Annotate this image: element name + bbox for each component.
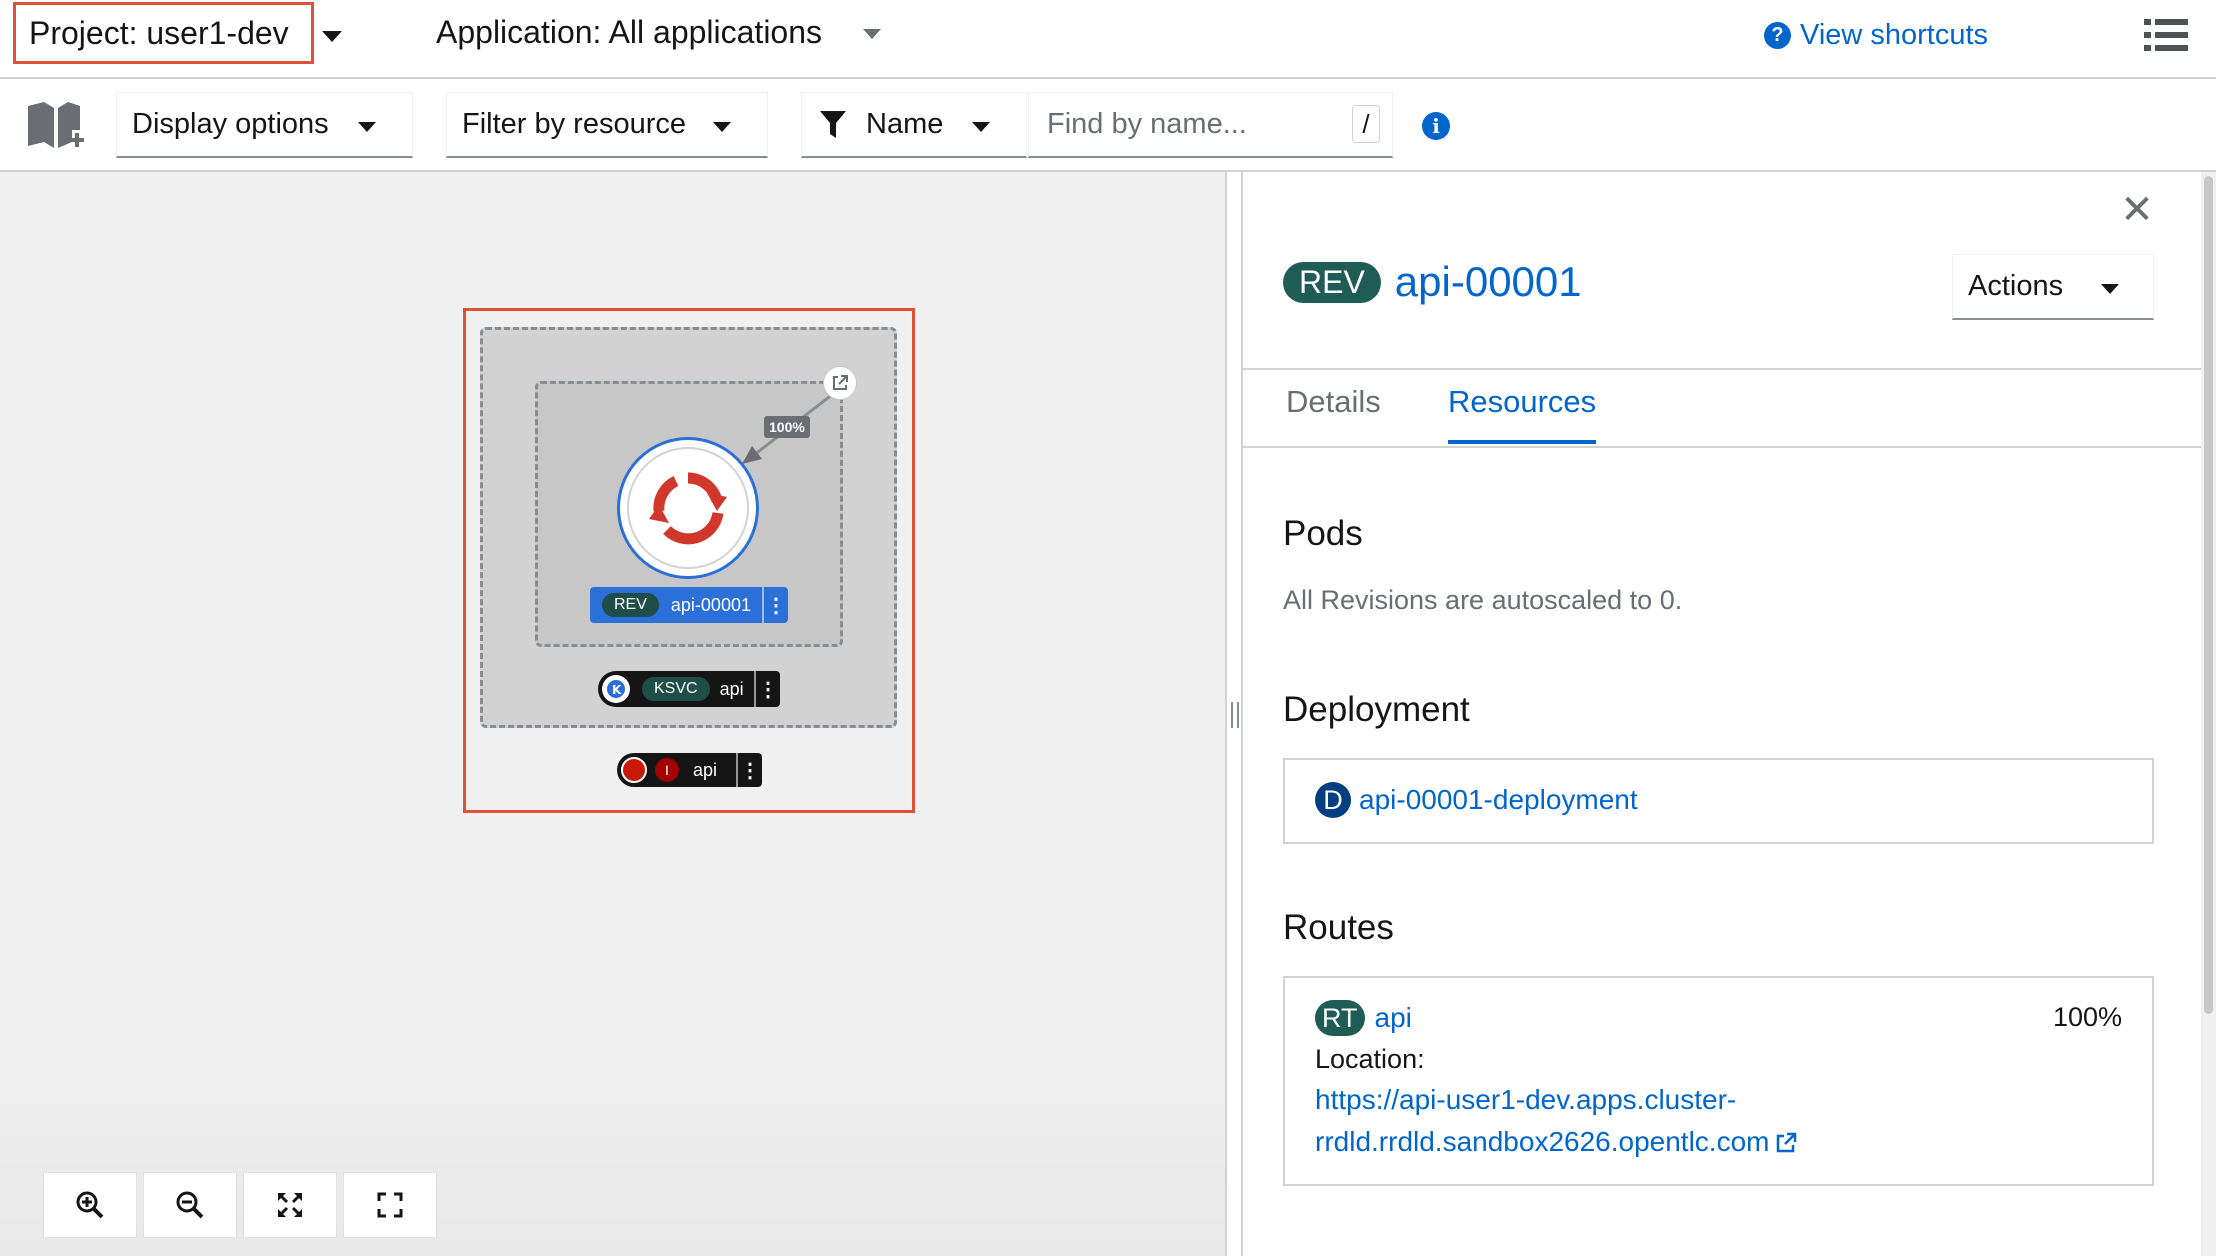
- revision-title-link[interactable]: api-00001: [1395, 258, 1582, 306]
- filter-by-resource-label: Filter by resource: [462, 108, 687, 140]
- find-by-name-placeholder: Find by name...: [1047, 108, 1247, 140]
- filter-by-resource-dropdown[interactable]: Filter by resource: [446, 92, 768, 158]
- application-selector[interactable]: Application: All applications: [436, 14, 822, 51]
- traffic-percent-label: 100%: [764, 416, 810, 438]
- actions-label: Actions: [1968, 270, 2064, 302]
- deployment-link[interactable]: api-00001-deployment: [1359, 784, 1638, 816]
- filter-type-label: Name: [866, 108, 944, 140]
- list-view-icon[interactable]: [2144, 18, 2188, 52]
- deployment-section-title: Deployment: [1283, 690, 1470, 729]
- view-shortcuts-label: View shortcuts: [1800, 19, 1989, 51]
- open-url-external-link-icon[interactable]: [823, 366, 857, 400]
- add-to-project-book-icon[interactable]: [26, 100, 86, 154]
- knative-service-label[interactable]: K KSVC api ⋮: [598, 671, 780, 707]
- route-node-name: api: [693, 759, 718, 780]
- view-shortcuts-link[interactable]: ? View shortcuts: [1764, 19, 1988, 52]
- panel-tabs: Details Resources: [1243, 368, 2201, 448]
- route-url-text: https://api-user1-dev.apps.cluster-rrdld…: [1315, 1084, 1770, 1157]
- find-by-name-input[interactable]: Find by name... /: [1028, 92, 1393, 158]
- revision-node-label[interactable]: REV api-00001 ⋮: [590, 587, 788, 623]
- route-kebab-menu-icon[interactable]: ⋮: [736, 753, 762, 787]
- ksvc-kebab-menu-icon[interactable]: ⋮: [754, 671, 780, 707]
- topology-canvas[interactable]: 100% REV api-00001 ⋮ K KSVC api ⋮ I api …: [0, 172, 1225, 1256]
- zoom-in-button[interactable]: [43, 1172, 137, 1238]
- route-card: RT api 100% Location: https://api-user1-…: [1283, 976, 2154, 1186]
- route-location-url[interactable]: https://api-user1-dev.apps.cluster-rrdld…: [1315, 1079, 1835, 1163]
- ksvc-tag-badge: KSVC: [642, 677, 710, 701]
- knative-icon: K: [602, 675, 630, 703]
- ksvc-name: api: [719, 678, 744, 699]
- external-link-icon: [1777, 1132, 1797, 1153]
- project-bar: Project: user1-dev Application: All appl…: [0, 0, 2216, 79]
- zoom-in-icon: [76, 1191, 104, 1219]
- tab-details[interactable]: Details: [1286, 384, 1381, 440]
- display-options-dropdown[interactable]: Display options: [116, 92, 413, 158]
- filter-funnel-icon: [820, 110, 846, 138]
- deployment-card: D api-00001-deployment: [1283, 758, 2154, 844]
- revision-kebab-menu-icon[interactable]: ⋮: [762, 587, 788, 623]
- display-options-label: Display options: [132, 108, 329, 140]
- revision-badge: REV: [1283, 261, 1381, 303]
- resize-grip-icon: [1231, 702, 1239, 728]
- slash-shortcut-hint: /: [1352, 105, 1380, 143]
- route-location-label: Location:: [1315, 1044, 1425, 1074]
- zoom-controls: [43, 1172, 443, 1238]
- application-label: Application: All applications: [436, 14, 823, 50]
- project-selector[interactable]: Project: user1-dev: [13, 2, 314, 64]
- pods-autoscaled-message: All Revisions are autoscaled to 0.: [1283, 585, 1683, 615]
- caret-down-icon: [358, 122, 376, 132]
- scrollbar-thumb[interactable]: [2204, 176, 2213, 1014]
- route-badge: RT: [1315, 1000, 1365, 1036]
- route-node-label[interactable]: I api ⋮: [617, 753, 762, 787]
- close-panel-button[interactable]: ✕: [2119, 188, 2155, 232]
- actions-dropdown[interactable]: Actions: [1952, 254, 2154, 320]
- routes-section-title: Routes: [1283, 908, 1394, 947]
- route-tag-badge: I: [655, 758, 679, 782]
- panel-resize-handle[interactable]: [1225, 172, 1243, 1256]
- resource-side-panel: ✕ REV api-00001 Actions Details Resource…: [1243, 172, 2201, 1256]
- question-circle-icon: ?: [1764, 22, 1791, 49]
- caret-down-icon: [972, 122, 990, 132]
- project-label: Project: user1-dev: [29, 14, 289, 51]
- fit-to-screen-button[interactable]: [243, 1172, 337, 1238]
- route-traffic-percent: 100%: [2052, 1002, 2122, 1032]
- route-icon: [621, 757, 647, 783]
- openshift-logo-icon: [649, 472, 727, 545]
- filter-type-dropdown[interactable]: Name: [801, 92, 1027, 158]
- revision-tag-badge: REV: [602, 593, 659, 617]
- panel-scrollbar[interactable]: [2201, 172, 2216, 1256]
- caret-down-icon: [2101, 284, 2119, 294]
- application-caret-down-icon[interactable]: [863, 29, 881, 39]
- route-link[interactable]: api: [1375, 1002, 1412, 1034]
- caret-down-icon: [713, 122, 731, 132]
- fullscreen-icon: [377, 1192, 403, 1218]
- tab-resources[interactable]: Resources: [1448, 384, 1597, 444]
- revision-node-name: api-00001: [670, 594, 751, 615]
- revision-node[interactable]: [617, 437, 759, 579]
- reset-view-button[interactable]: [343, 1172, 437, 1238]
- zoom-out-icon: [176, 1191, 204, 1219]
- info-circle-icon[interactable]: i: [1422, 112, 1450, 140]
- expand-arrows-icon: [277, 1192, 303, 1218]
- topology-toolbar: Display options Filter by resource Name …: [0, 80, 2216, 172]
- svg-text:K: K: [612, 683, 622, 697]
- pods-section-title: Pods: [1283, 514, 1363, 553]
- deployment-badge: D: [1315, 782, 1351, 818]
- project-caret-down-icon[interactable]: [322, 31, 342, 42]
- panel-title: REV api-00001: [1283, 258, 1582, 306]
- zoom-out-button[interactable]: [143, 1172, 237, 1238]
